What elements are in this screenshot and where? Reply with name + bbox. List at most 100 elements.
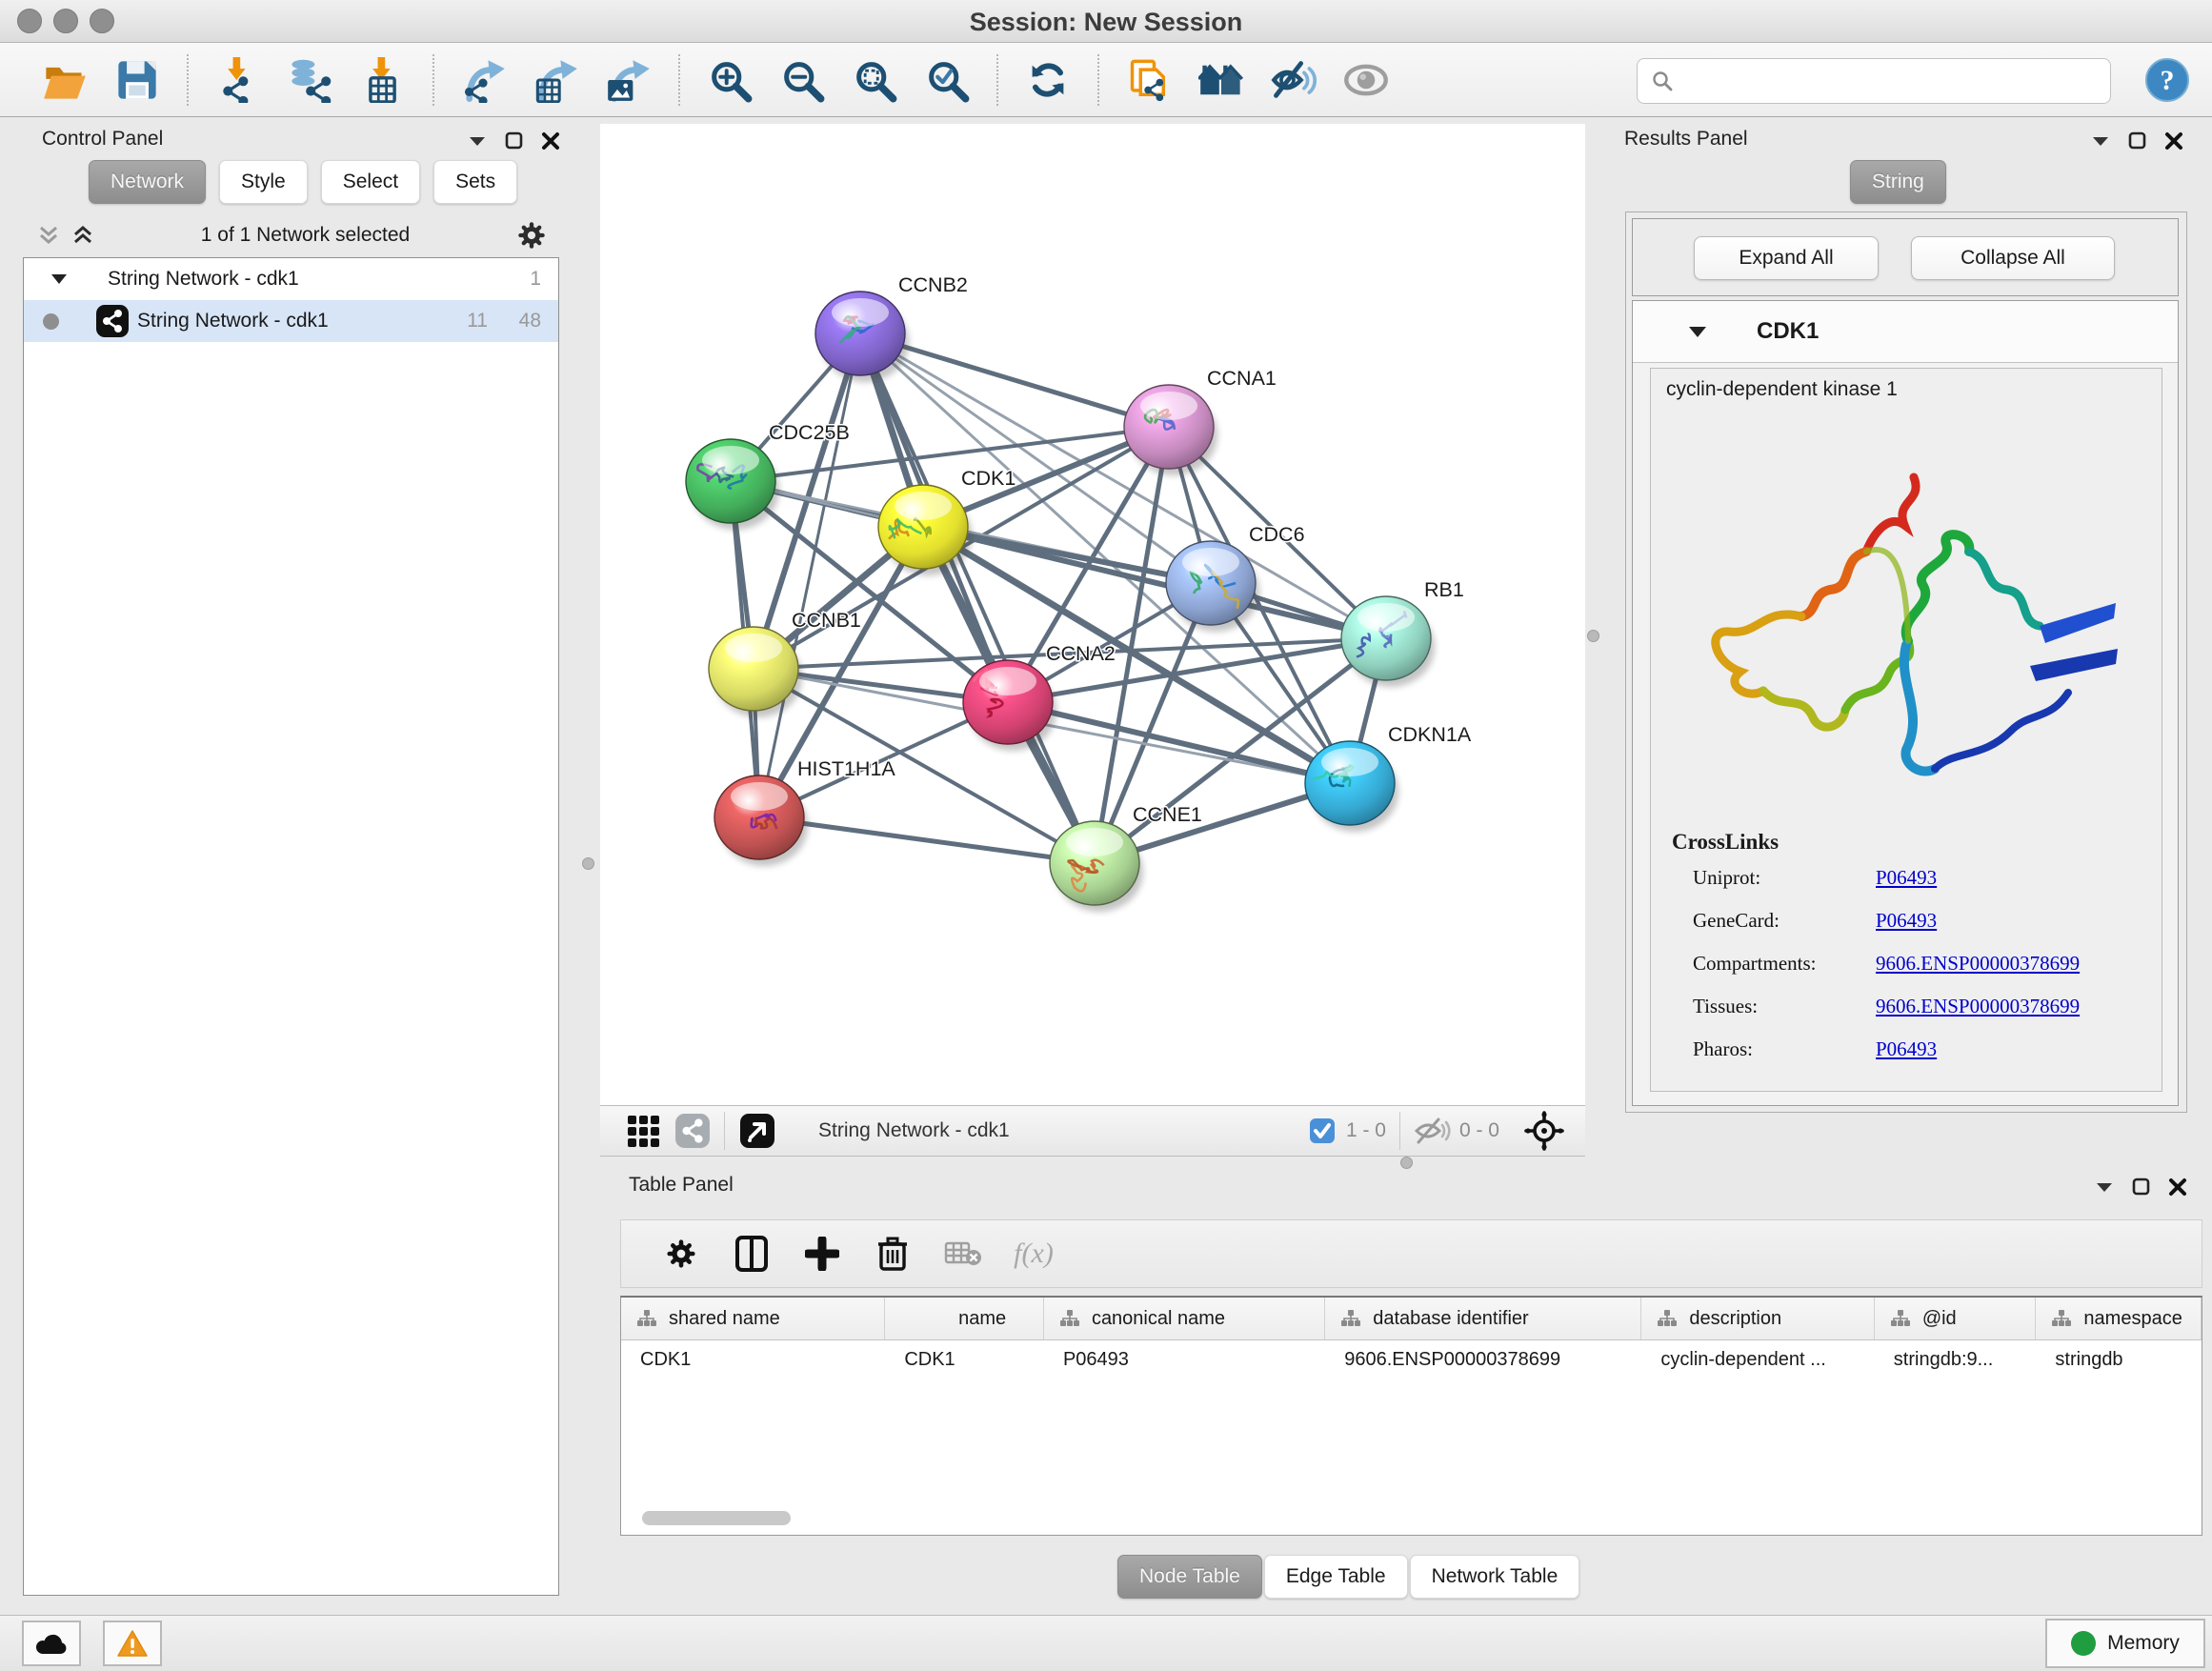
panel-close-icon[interactable] xyxy=(2168,1178,2187,1197)
open-in-new-window-icon[interactable] xyxy=(738,1112,776,1150)
refresh-button[interactable] xyxy=(1018,51,1077,109)
section-expander-icon[interactable] xyxy=(1688,325,1707,339)
table-settings-gear-icon[interactable] xyxy=(654,1227,709,1280)
column-header-name[interactable]: name xyxy=(885,1298,1044,1339)
panel-close-icon[interactable] xyxy=(541,131,560,151)
column-header-label: database identifier xyxy=(1373,1308,1528,1330)
panel-float-icon[interactable] xyxy=(2132,1178,2151,1197)
gene-section-header[interactable]: CDK1 xyxy=(1633,301,2178,363)
clone-network-icon xyxy=(1126,57,1172,103)
panel-menu-icon[interactable] xyxy=(2090,133,2111,149)
network-row[interactable]: String Network - cdk1 11 48 xyxy=(24,300,558,342)
grid-view-icon[interactable] xyxy=(625,1113,661,1149)
hidden-counter: 0 - 0 xyxy=(1459,1119,1499,1142)
tab-network[interactable]: Network xyxy=(89,160,206,204)
save-session-button[interactable] xyxy=(108,51,167,109)
search-input[interactable] xyxy=(1683,69,2102,93)
show-all-button[interactable] xyxy=(1337,51,1396,109)
zoom-in-icon xyxy=(707,57,753,103)
network-edge[interactable] xyxy=(1008,702,1350,783)
tab-network-table[interactable]: Network Table xyxy=(1410,1555,1580,1599)
panel-close-icon[interactable] xyxy=(2164,131,2183,151)
crosslink-value-link[interactable]: 9606.ENSP00000378699 xyxy=(1876,995,2080,1018)
left-splitter-handle[interactable] xyxy=(582,857,594,870)
import-table-from-file-button[interactable] xyxy=(353,51,412,109)
function-builder-icon[interactable]: f(x) xyxy=(1006,1227,1061,1280)
column-header-shared-name[interactable]: shared name xyxy=(621,1298,885,1339)
crosslink-value-link[interactable]: P06493 xyxy=(1876,866,1937,890)
panel-float-icon[interactable] xyxy=(505,131,524,151)
column-header-canonical-name[interactable]: canonical name xyxy=(1044,1298,1325,1339)
table-cell: P06493 xyxy=(1044,1349,1325,1371)
network-share-icon-disabled[interactable] xyxy=(674,1113,711,1149)
zoom-out-button[interactable] xyxy=(773,51,832,109)
memory-button[interactable]: Memory xyxy=(2045,1619,2205,1668)
panel-float-icon[interactable] xyxy=(2128,131,2147,151)
network-node-HIST1H1A[interactable]: HIST1H1A xyxy=(714,757,895,866)
hidden-eye-icon[interactable] xyxy=(1414,1116,1452,1146)
network-edge[interactable] xyxy=(759,817,1095,863)
network-edge[interactable] xyxy=(860,333,1386,638)
network-edge[interactable] xyxy=(860,333,1095,863)
network-edge[interactable] xyxy=(759,333,860,817)
table-row[interactable]: CDK1CDK1P064939606.ENSP00000378699cyclin… xyxy=(621,1340,2202,1379)
network-node-RB1[interactable]: RB1 xyxy=(1341,578,1464,687)
clone-network-button[interactable] xyxy=(1119,51,1178,109)
crosslink-value-link[interactable]: P06493 xyxy=(1876,1037,1937,1061)
status-bar: Memory xyxy=(0,1615,2212,1671)
import-network-from-database-button[interactable] xyxy=(281,51,340,109)
expand-all-tree-icon[interactable] xyxy=(70,223,95,248)
refresh-icon xyxy=(1025,57,1071,103)
tab-select[interactable]: Select xyxy=(321,160,420,204)
horizontal-splitter-handle[interactable] xyxy=(1400,1157,1413,1169)
birds-eye-view-icon[interactable] xyxy=(1524,1111,1564,1151)
tab-sets[interactable]: Sets xyxy=(433,160,517,204)
column-header-description[interactable]: description xyxy=(1641,1298,1874,1339)
network-node-CCNB2[interactable]: CCNB2 xyxy=(815,273,968,382)
toolbar-separator xyxy=(187,54,189,106)
help-button[interactable]: ? xyxy=(2145,58,2189,102)
delete-column-trash-icon[interactable] xyxy=(865,1227,920,1280)
import-network-from-file-button[interactable] xyxy=(209,51,268,109)
tab-edge-table[interactable]: Edge Table xyxy=(1264,1555,1408,1599)
collection-expander-icon[interactable] xyxy=(50,272,68,286)
network-collection-row[interactable]: String Network - cdk1 1 xyxy=(24,258,558,300)
panel-menu-icon[interactable] xyxy=(2094,1179,2115,1195)
panel-menu-icon[interactable] xyxy=(467,133,488,149)
crosslink-value-link[interactable]: 9606.ENSP00000378699 xyxy=(1876,952,2080,976)
collapse-all-button[interactable]: Collapse All xyxy=(1911,236,2115,280)
first-neighbors-button[interactable] xyxy=(1192,51,1251,109)
tab-string[interactable]: String xyxy=(1850,160,1946,204)
import-table-icon xyxy=(360,57,406,103)
network-view-canvas[interactable]: CCNB2 CCNA1 CDC25B CDK1 CDC6 RB1 xyxy=(600,124,1585,1105)
column-header-namespace[interactable]: namespace xyxy=(2036,1298,2202,1339)
zoom-selected-button[interactable] xyxy=(917,51,976,109)
export-table-button[interactable] xyxy=(527,51,586,109)
collapse-all-tree-icon[interactable] xyxy=(36,223,61,248)
network-node-CDK1[interactable]: CDK1 xyxy=(878,467,1016,575)
network-view-statusbar: String Network - cdk1 1 - 0 0 - 0 xyxy=(600,1105,1585,1157)
export-network-button[interactable] xyxy=(454,51,513,109)
column-header--id[interactable]: @id xyxy=(1875,1298,2037,1339)
network-node-CCNA1[interactable]: CCNA1 xyxy=(1124,367,1277,475)
expand-all-button[interactable]: Expand All xyxy=(1694,236,1879,280)
show-columns-icon[interactable] xyxy=(724,1227,779,1280)
hide-selected-button[interactable] xyxy=(1264,51,1323,109)
tab-style[interactable]: Style xyxy=(219,160,308,204)
table-horizontal-scrollbar[interactable] xyxy=(642,1511,791,1525)
search-field[interactable] xyxy=(1637,58,2111,104)
crosslink-value-link[interactable]: P06493 xyxy=(1876,909,1937,933)
open-session-button[interactable] xyxy=(35,51,94,109)
network-node-CDKN1A[interactable]: CDKN1A xyxy=(1305,723,1472,832)
cloud-button[interactable] xyxy=(22,1621,81,1666)
selected-checkbox-icon[interactable] xyxy=(1308,1117,1337,1145)
warning-button[interactable] xyxy=(103,1621,162,1666)
export-image-button[interactable] xyxy=(599,51,658,109)
create-column-icon[interactable] xyxy=(794,1227,850,1280)
tab-node-table[interactable]: Node Table xyxy=(1117,1555,1262,1599)
column-header-database-identifier[interactable]: database identifier xyxy=(1325,1298,1641,1339)
zoom-fit-button[interactable] xyxy=(845,51,904,109)
zoom-in-button[interactable] xyxy=(700,51,759,109)
network-options-gear-icon[interactable] xyxy=(515,219,548,252)
delete-table-icon[interactable] xyxy=(935,1227,991,1280)
